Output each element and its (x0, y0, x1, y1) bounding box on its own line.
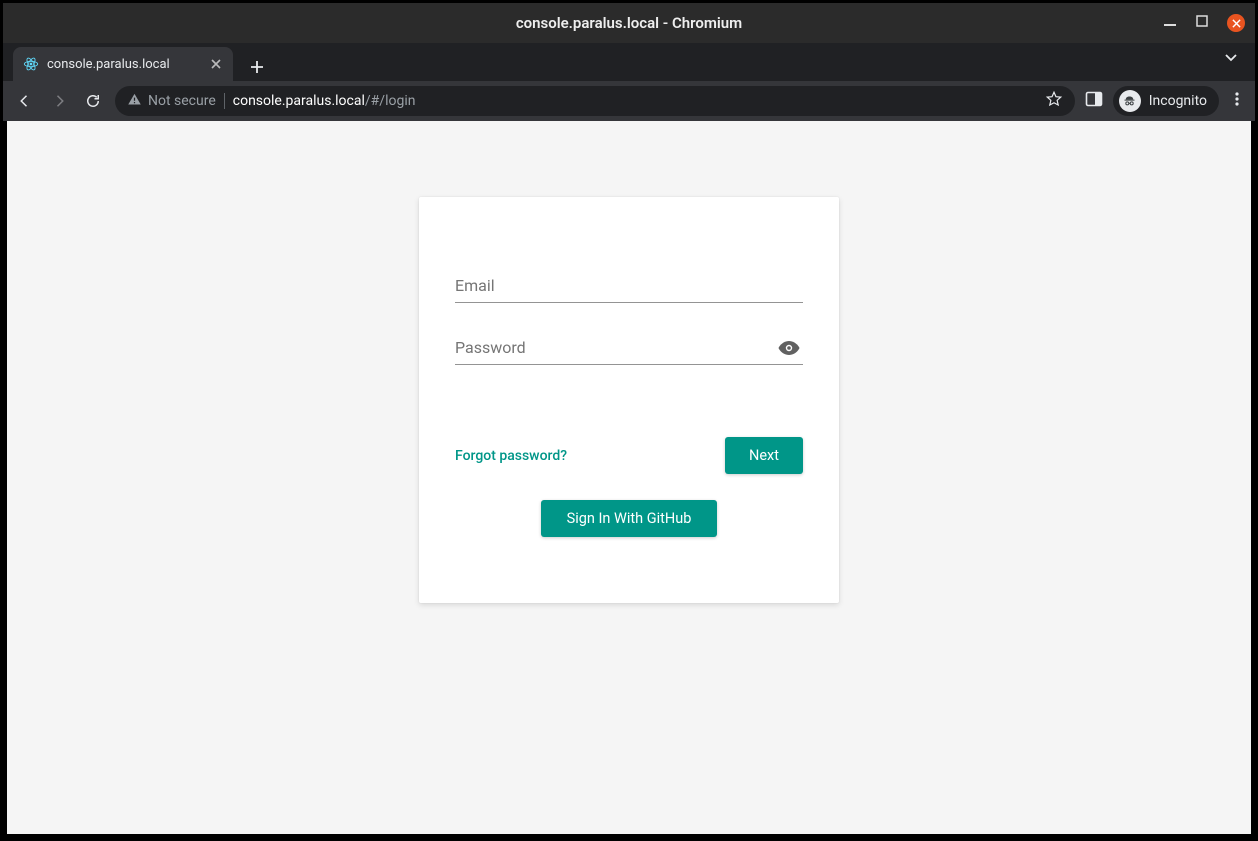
login-actions: Forgot password? Next (455, 437, 803, 474)
password-field[interactable]: Password (455, 331, 803, 365)
react-favicon-icon (23, 56, 39, 72)
tab-strip: console.paralus.local (3, 43, 1255, 81)
address-bar[interactable]: Not secure console.paralus.local/#/login (115, 86, 1075, 116)
window-controls (1163, 3, 1245, 43)
warning-icon (127, 92, 142, 111)
toolbar-right: Incognito (1085, 86, 1245, 116)
window-title: console.paralus.local - Chromium (516, 14, 742, 32)
email-field[interactable]: Email (455, 269, 803, 303)
email-label: Email (455, 276, 495, 295)
login-card: Email Password Forgot password? Next Sig… (419, 197, 839, 603)
forgot-password-link[interactable]: Forgot password? (455, 448, 567, 464)
password-label: Password (455, 338, 526, 357)
url-host: console.paralus.local (233, 93, 365, 109)
security-warning[interactable]: Not secure (127, 92, 216, 111)
url-path: /#/login (365, 93, 416, 109)
security-text: Not secure (148, 93, 216, 109)
tab-close-icon[interactable] (209, 57, 223, 71)
window-titlebar: console.paralus.local - Chromium (3, 3, 1255, 43)
incognito-chip[interactable]: Incognito (1113, 86, 1219, 116)
show-password-icon[interactable] (775, 334, 803, 362)
url: console.paralus.local/#/login (233, 93, 416, 109)
back-button[interactable] (13, 89, 37, 113)
browser-toolbar: Not secure console.paralus.local/#/login… (3, 81, 1255, 121)
reload-button[interactable] (81, 89, 105, 113)
incognito-label: Incognito (1149, 93, 1207, 109)
browser-menu-icon[interactable] (1229, 91, 1245, 111)
maximize-icon[interactable] (1195, 14, 1209, 32)
incognito-icon (1119, 90, 1141, 112)
browser-tab[interactable]: console.paralus.local (13, 47, 233, 81)
minimize-icon[interactable] (1163, 14, 1177, 32)
tab-title: console.paralus.local (47, 57, 201, 72)
page-viewport: Email Password Forgot password? Next Sig… (7, 121, 1251, 834)
bookmark-star-icon[interactable] (1045, 90, 1063, 112)
github-signin-button[interactable]: Sign In With GitHub (541, 500, 718, 537)
addr-divider (224, 93, 225, 109)
new-tab-button[interactable] (243, 53, 271, 81)
sso-row: Sign In With GitHub (455, 500, 803, 537)
side-panel-icon[interactable] (1085, 90, 1103, 112)
tabs-overflow-icon[interactable] (1223, 49, 1239, 69)
forward-button (47, 89, 71, 113)
next-button[interactable]: Next (725, 437, 803, 474)
close-icon[interactable] (1227, 14, 1245, 32)
